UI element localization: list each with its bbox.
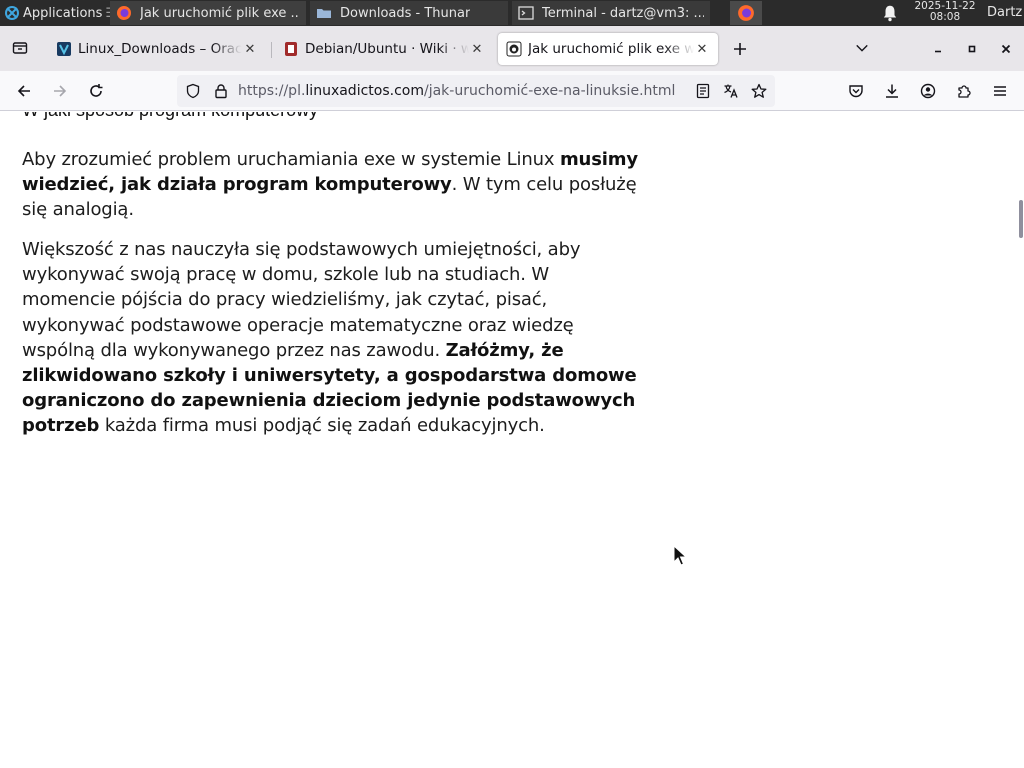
arrow-left-icon (17, 85, 30, 97)
oracle-icon (57, 42, 71, 56)
taskbar-item-label: Downloads - Thunar (340, 5, 471, 21)
top-panel: Applications ☰ Jak uruchomić plik exe ..… (0, 0, 1024, 26)
linuxadictos-icon (506, 41, 522, 57)
url-prefix: https://pl. (238, 83, 306, 99)
minimize-icon (935, 50, 941, 53)
page-content[interactable]: W jaki sposób program komputerowy Aby zr… (0, 112, 1024, 768)
url-path: /jak-uruchomić-exe-na-linuksie.html (423, 83, 676, 99)
reader-view-icon[interactable] (695, 83, 711, 99)
downloads-button[interactable] (880, 79, 904, 103)
tab-title: Debian/Ubuntu · Wiki · wine (305, 41, 469, 57)
tab-title: Linux_Downloads – Oracle (78, 41, 242, 57)
plus-icon (734, 43, 746, 55)
taskbar-item-label: Terminal - dartz@vm3: ... (542, 5, 704, 21)
minimize-button[interactable] (926, 37, 950, 61)
close-tab-icon[interactable]: ✕ (469, 41, 485, 57)
tab-separator (271, 42, 272, 58)
applications-label: Applications (23, 5, 103, 21)
list-all-tabs-button[interactable] (852, 38, 872, 58)
new-tab-button[interactable] (728, 37, 752, 61)
mouse-cursor-icon (673, 545, 687, 566)
tab-strip: Linux_Downloads – Oracle ✕ Debian/Ubuntu… (0, 26, 1024, 71)
panel-clock[interactable]: 2025-11-22 08:08 (908, 1, 982, 23)
clipped-heading: W jaki sposób program komputerowy (22, 112, 318, 121)
translate-icon[interactable] (723, 83, 739, 99)
tab-oracle[interactable]: Linux_Downloads – Oracle ✕ (48, 33, 266, 65)
wiki-icon (285, 42, 297, 56)
tab-wine-wiki[interactable]: Debian/Ubuntu · Wiki · wine ✕ (275, 33, 493, 65)
firefox-icon (117, 6, 131, 20)
lock-icon[interactable] (213, 83, 229, 99)
navigation-toolbar: https://pl.linuxadictos.com/jak-uruchomi… (0, 71, 1024, 111)
url-text[interactable]: https://pl.linuxadictos.com/jak-uruchomi… (238, 75, 675, 107)
taskbar-item-thunar[interactable]: Downloads - Thunar (310, 1, 508, 25)
close-tab-icon[interactable]: ✕ (242, 41, 258, 57)
tracking-protection-shield-icon[interactable] (185, 83, 201, 99)
account-icon (920, 83, 936, 99)
panel-user-menu[interactable]: Dartz (987, 0, 1024, 26)
article-paragraph-1: Aby zrozumieć problem uruchamiania exe w… (22, 147, 647, 223)
tab-manager-button[interactable] (8, 36, 32, 60)
notification-bell-icon[interactable] (881, 4, 899, 22)
close-window-button[interactable] (994, 37, 1018, 61)
url-host: linuxadictos.com (305, 83, 424, 99)
folder-icon (317, 9, 331, 18)
maximize-button[interactable] (960, 37, 984, 61)
text-run: każda firma musi podjąć się zadań edukac… (99, 415, 545, 437)
tray-firefox-launcher[interactable] (730, 1, 762, 25)
terminal-icon (518, 6, 534, 20)
clock-time: 08:08 (929, 11, 961, 23)
reload-icon (90, 84, 103, 97)
tab-linuxadictos[interactable]: Jak uruchomić plik exe w Linuksie ✕ (498, 33, 718, 65)
download-icon (886, 84, 898, 98)
close-tab-icon[interactable]: ✕ (694, 41, 710, 57)
xfce-logo-icon (5, 6, 19, 20)
taskbar-item-label: Jak uruchomić plik exe ... (140, 5, 300, 21)
text-run: Aby zrozumieć problem uruchamiania exe w… (22, 149, 560, 170)
back-button[interactable] (12, 79, 36, 103)
reload-button[interactable] (84, 79, 108, 103)
tab-manager-icon (12, 42, 28, 54)
applications-menu[interactable]: Applications ☰ (0, 0, 110, 26)
forward-button[interactable] (48, 79, 72, 103)
taskbar-item-terminal[interactable]: Terminal - dartz@vm3: ... (512, 1, 710, 25)
bookmark-star-icon[interactable] (751, 83, 767, 99)
firefox-icon (738, 5, 754, 21)
maximize-icon (968, 45, 976, 53)
close-icon (1001, 44, 1011, 54)
hamburger-menu-icon (994, 86, 1006, 96)
arrow-right-icon (54, 85, 67, 97)
article-paragraph-2: Większość z nas nauczyła się podstawowyc… (22, 237, 647, 439)
app-menu-button[interactable] (988, 79, 1012, 103)
chevron-down-icon (856, 44, 868, 52)
extensions-button[interactable] (952, 79, 976, 103)
puzzle-icon (958, 85, 971, 98)
scrollbar-thumb[interactable] (1019, 200, 1023, 238)
address-bar[interactable]: https://pl.linuxadictos.com/jak-uruchomi… (177, 75, 775, 107)
tab-title: Jak uruchomić plik exe w Linuksie (528, 41, 694, 57)
pocket-button[interactable] (844, 79, 868, 103)
account-button[interactable] (916, 79, 940, 103)
pocket-icon (849, 85, 863, 98)
taskbar-item-firefox[interactable]: Jak uruchomić plik exe ... (110, 1, 306, 25)
